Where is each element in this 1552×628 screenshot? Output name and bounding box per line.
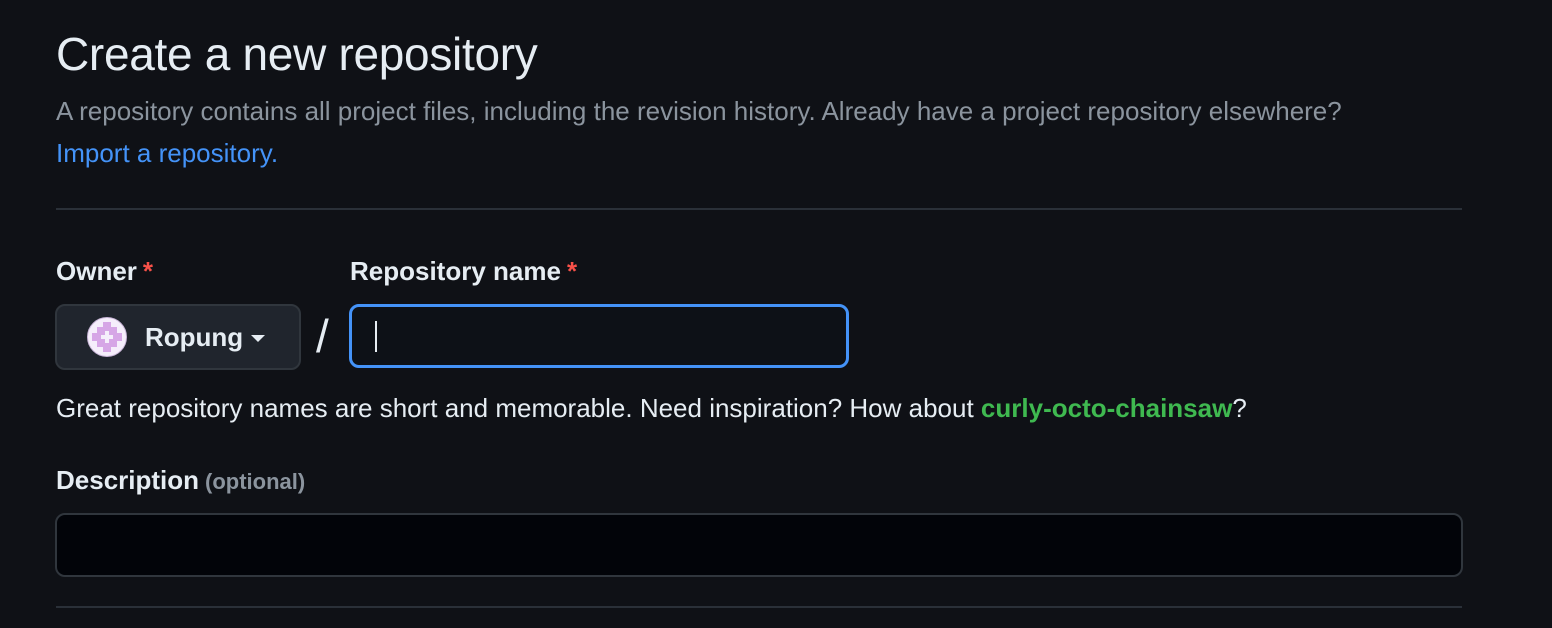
description-input[interactable] xyxy=(55,513,1463,577)
subtitle-text: A repository contains all project files,… xyxy=(56,96,1342,126)
page-subtitle: A repository contains all project files,… xyxy=(56,90,1416,174)
identicon-avatar-graphic xyxy=(92,322,122,352)
repository-name-label-text: Repository name xyxy=(350,256,561,286)
owner-select-button[interactable]: Ropung xyxy=(55,304,301,370)
hint-prefix: Great repository names are short and mem… xyxy=(56,393,981,423)
repository-name-input[interactable] xyxy=(349,304,849,368)
text-cursor xyxy=(375,321,377,352)
name-suggestion-hint: Great repository names are short and mem… xyxy=(56,390,1247,426)
repository-name-label: Repository name * xyxy=(350,254,577,288)
description-optional-note: (optional) xyxy=(205,469,306,494)
hint-suffix: ? xyxy=(1232,393,1247,423)
owner-required-mark: * xyxy=(142,256,154,286)
owner-repo-separator: / xyxy=(316,310,329,362)
owner-name: Ropung xyxy=(145,321,244,352)
caret-down-icon xyxy=(251,335,266,342)
description-label: Description (optional) xyxy=(56,463,305,499)
suggested-name-link[interactable]: curly-octo-chainsaw xyxy=(981,393,1232,423)
create-repository-page: Create a new repository A repository con… xyxy=(0,0,1552,628)
page-title: Create a new repository xyxy=(56,28,538,80)
owner-label-text: Owner xyxy=(56,256,137,286)
description-label-text: Description xyxy=(56,465,200,495)
section-divider xyxy=(56,606,1462,608)
identicon-avatar-icon xyxy=(87,317,127,357)
import-repository-link[interactable]: Import a repository. xyxy=(56,138,278,168)
header-divider xyxy=(56,208,1462,210)
repository-name-required-mark: * xyxy=(566,256,578,286)
owner-label: Owner * xyxy=(56,254,153,288)
